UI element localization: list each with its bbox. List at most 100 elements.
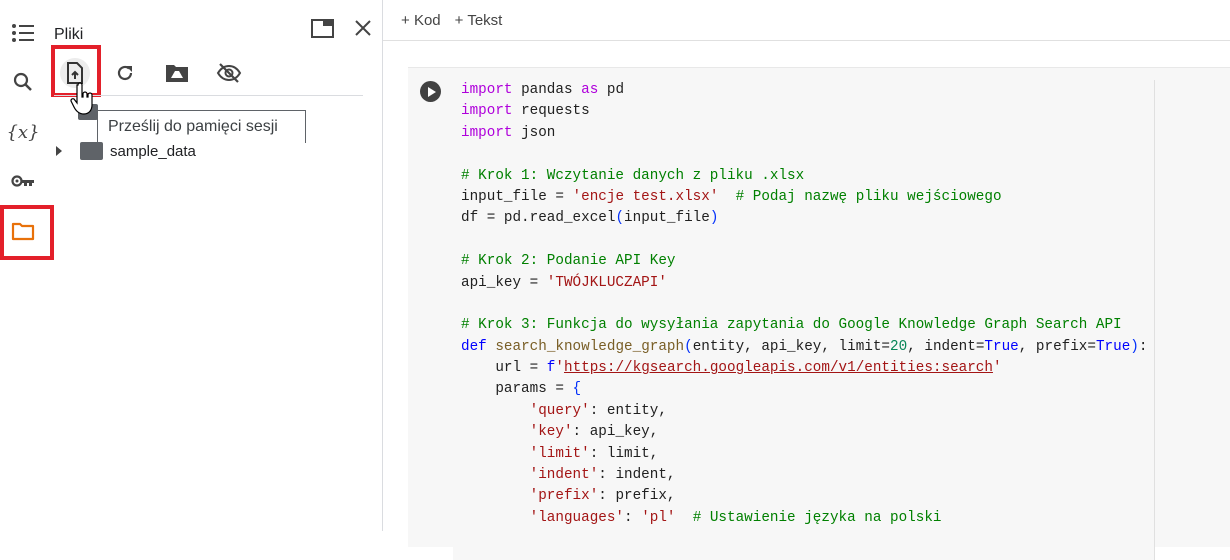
code-line: import json: [461, 123, 1154, 144]
code-line: 'query': entity,: [461, 401, 1154, 422]
code-token: input_file: [624, 210, 710, 227]
activity-rail: {x}: [0, 0, 54, 531]
code-token: search_knowledge_graph: [495, 338, 685, 355]
close-icon[interactable]: [354, 19, 372, 42]
divider: [54, 95, 363, 96]
code-token: {: [572, 381, 582, 398]
add-text-button[interactable]: + Tekst: [455, 12, 503, 29]
code-token: import: [461, 82, 513, 98]
run-cell-button[interactable]: [420, 81, 441, 102]
add-code-label: Kod: [413, 11, 441, 29]
code-token: : entity,: [589, 402, 667, 419]
code-token: 'query': [529, 402, 590, 419]
code-token: , indent=: [907, 338, 985, 355]
code-line: params = {: [461, 379, 1154, 400]
code-line: import pandas as pd: [461, 80, 1154, 101]
code-token: : prefix,: [598, 488, 676, 505]
code-token: : indent,: [598, 467, 676, 484]
search-icon[interactable]: [8, 67, 38, 97]
code-token: 20: [890, 338, 908, 355]
eye-off-icon: [216, 63, 242, 83]
notebook-main: + Kod + Tekst import pandas as pd import …: [383, 0, 1230, 560]
mount-drive-button[interactable]: [162, 58, 192, 88]
cell-gutter: [408, 68, 453, 547]
panel-title: Pliki: [54, 26, 84, 43]
open-in-tab-icon[interactable]: [311, 19, 334, 43]
toc-icon[interactable]: [8, 18, 38, 48]
code-editor[interactable]: import pandas as pd import requests import…: [453, 80, 1155, 560]
code-token: 'indent': [529, 467, 599, 484]
plus-icon: +: [401, 11, 410, 29]
code-token: requests: [512, 103, 590, 120]
plus-icon: +: [454, 11, 464, 29]
code-token: True: [1095, 338, 1131, 355]
code-token: :: [1138, 338, 1148, 355]
notebook-toolbar: + Kod + Tekst: [383, 0, 1230, 41]
expand-arrow-icon[interactable]: [56, 146, 62, 156]
code-line: url = f'https://kgsearch.googleapis.com/…: [461, 358, 1154, 379]
code-token: ': [555, 360, 564, 377]
code-line: import requests: [461, 101, 1154, 122]
code-token: True: [984, 338, 1019, 355]
code-line: 'languages': 'pl' # Ustawienie języka na…: [461, 508, 1154, 529]
variables-icon[interactable]: {x}: [6, 117, 39, 147]
code-token: # Krok 3: Funkcja do wysyłania zapytania…: [461, 317, 1122, 334]
folder-icon: [80, 142, 103, 160]
code-token: # Krok 2: Podanie API Key: [461, 253, 676, 270]
tooltip: Prześlij do pamięci sesji: [97, 110, 306, 143]
hide-files-button[interactable]: [214, 58, 244, 88]
code-token: 'encje test.xlsx': [572, 188, 719, 205]
code-token: :: [624, 509, 642, 526]
code-cell[interactable]: import pandas as pd import requests import…: [408, 67, 1230, 560]
code-token: # Ustawienie języka na polski: [692, 509, 942, 526]
refresh-icon: [117, 65, 133, 81]
code-token: 'key': [529, 424, 573, 441]
code-token: import: [461, 103, 513, 120]
add-code-button[interactable]: + Kod: [401, 12, 441, 29]
code-token: # Podaj nazwę pliku wejściowego: [735, 188, 1002, 205]
code-line: # Krok 3: Funkcja do wysyłania zapytania…: [461, 315, 1154, 336]
code-line: df = pd.read_excel(input_file): [461, 208, 1154, 229]
code-line: # Krok 1: Wczytanie danych z pliku .xlsx: [461, 166, 1154, 187]
folder-icon[interactable]: [8, 216, 38, 246]
code-line: def search_knowledge_graph(entity, api_k…: [461, 337, 1154, 358]
code-token: , prefix=: [1018, 338, 1096, 355]
code-token: import: [461, 124, 513, 141]
code-token: # Krok 1: Wczytanie danych z pliku .xlsx: [461, 167, 805, 184]
code-line: 'limit': limit,: [461, 444, 1154, 465]
hand-cursor-icon: [70, 82, 96, 123]
files-panel: Pliki Prześlij do pamięci sesji sample_d…: [46, 0, 383, 531]
code-token: 'languages': [529, 509, 625, 526]
code-token: https://kgsearch.googleapis.com/v1/entit…: [563, 360, 993, 377]
code-token: : limit,: [589, 445, 659, 462]
drive-folder-icon: [166, 65, 188, 82]
key-icon[interactable]: [8, 166, 38, 196]
code-token: ): [709, 210, 719, 227]
tree-item-sample-data[interactable]: sample_data: [54, 140, 196, 162]
code-token: (: [684, 338, 693, 355]
code-line: api_key = 'TWÓJKLUCZAPI': [461, 273, 1154, 294]
code-token: url =: [461, 360, 547, 377]
code-token: json: [512, 124, 556, 141]
code-token: df = pd.read_excel: [461, 210, 616, 227]
code-token: api_key =: [461, 274, 547, 291]
code-token: pd: [598, 82, 625, 98]
code-token: ': [992, 360, 1002, 377]
code-token: 'prefix': [529, 488, 599, 505]
code-token: 'pl': [641, 509, 676, 526]
code-line: 'prefix': prefix,: [461, 486, 1154, 507]
code-token: ): [1130, 338, 1139, 355]
code-line: # Krok 2: Podanie API Key: [461, 251, 1154, 272]
refresh-button[interactable]: [110, 58, 140, 88]
play-icon: [427, 86, 436, 97]
